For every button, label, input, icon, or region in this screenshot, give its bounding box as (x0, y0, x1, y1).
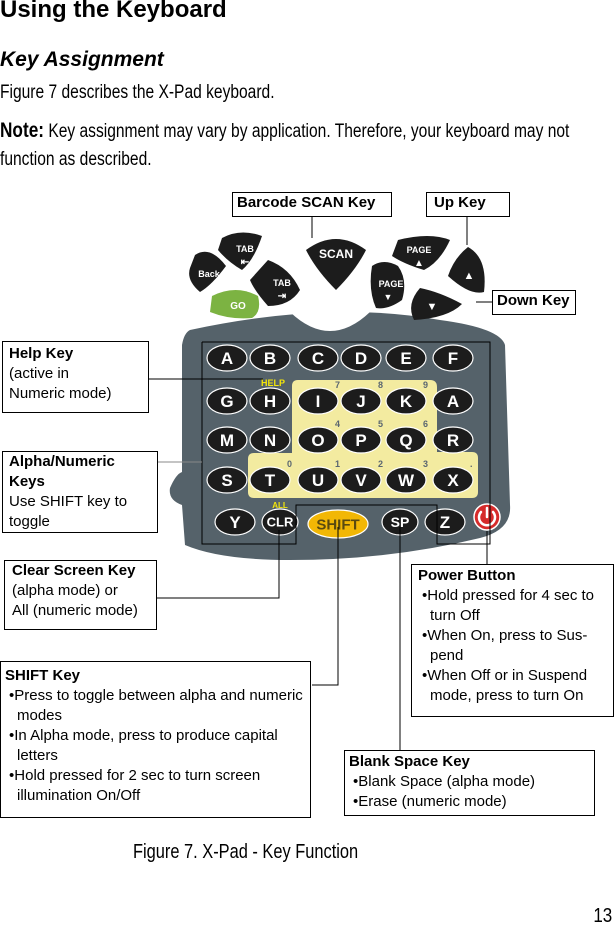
key-h-label: H (264, 392, 276, 411)
clear-callout-line: (alpha mode) or (12, 582, 118, 599)
clear-screen-callout: Clear Screen Key (alpha mode) or All (nu… (4, 560, 157, 630)
clear-callout-title: Clear Screen Key (12, 562, 136, 579)
numeric-hint: 9 (423, 380, 428, 390)
key-n-label: N (264, 431, 276, 450)
key-j-label: J (356, 392, 365, 411)
back-label: Back (198, 269, 221, 279)
figure-caption: Figure 7. X-Pad - Key Function (133, 841, 359, 863)
key-a-label: A (447, 392, 459, 411)
scan-key-callout: Barcode SCAN Key (232, 192, 392, 217)
key-clr-label: CLR (267, 515, 294, 530)
numeric-hint: 0 (287, 459, 292, 469)
key-o-label: O (311, 431, 324, 450)
numeric-hint: 8 (378, 380, 383, 390)
key-a-label: A (221, 349, 233, 368)
shift-key-callout: SHIFT Key Press to toggle between alpha … (0, 661, 311, 818)
key-x-label: X (447, 471, 459, 490)
help-label: HELP (261, 378, 285, 388)
go-label: GO (230, 301, 246, 312)
power-callout-title: Power Button (418, 567, 516, 584)
down-arrow-icon: ▼ (427, 301, 438, 313)
key-q-label: Q (399, 431, 412, 450)
help-callout-title: Help Key (9, 345, 74, 362)
page-up-arrow-icon: ▲ (414, 258, 424, 269)
top-key-cluster: TAB ⇤ Back TAB ⇥ GO SCAN PAGE ▲ PAGE ▼ ▲… (189, 232, 485, 320)
key-y-label: Y (229, 513, 241, 532)
space-callout-title: Blank Space Key (349, 753, 470, 770)
scan-label: SCAN (319, 247, 353, 261)
shift-callout-title: SHIFT Key (5, 667, 81, 684)
space-callout-bullet: Erase (numeric mode) (349, 792, 590, 812)
page-up-label: PAGE (407, 245, 432, 255)
numeric-hint: 6 (423, 419, 428, 429)
numeric-hint: 5 (378, 419, 383, 429)
numeric-hint: 7 (335, 380, 340, 390)
numeric-hint: 2 (378, 459, 383, 469)
help-callout-line: (active in (9, 365, 70, 382)
tab-back-label: TAB (236, 244, 254, 254)
all-label: ALL (272, 501, 288, 510)
numeric-hint: 1 (335, 459, 340, 469)
key-k-label: K (400, 392, 413, 411)
blank-space-callout: Blank Space Key Blank Space (alpha mode)… (344, 750, 595, 816)
page-down-arrow-icon: ▼ (384, 292, 393, 302)
key-t-label: T (265, 471, 276, 490)
shift-callout-bullet: Hold pressed for 2 sec to turn screen il… (5, 766, 306, 806)
tab-fwd-arrow-icon: ⇥ (278, 291, 287, 302)
key-m-label: M (220, 431, 234, 450)
numeric-hint: . (470, 459, 473, 469)
help-key-callout: Help Key (active in Numeric mode) (2, 341, 149, 413)
numeric-hint: 4 (335, 419, 340, 429)
key-v-label: V (355, 471, 367, 490)
key-z-label: Z (440, 513, 450, 532)
shift-callout-bullet: In Alpha mode, press to produce capital … (5, 726, 306, 766)
tab-back-arrow-icon: ⇤ (241, 257, 250, 268)
down-key-callout: Down Key (492, 290, 576, 315)
key-b-label: B (264, 349, 276, 368)
key-f-label: F (448, 349, 458, 368)
space-callout-bullet: Blank Space (alpha mode) (349, 772, 590, 792)
page-down-label: PAGE (379, 279, 404, 289)
power-callout-bullet: Hold pressed for 4 sec to turn Off (418, 586, 609, 626)
power-callout-bullet: When Off or in Suspend mode, press to tu… (418, 666, 609, 706)
power-button-callout: Power Button Hold pressed for 4 sec to t… (411, 564, 614, 717)
page-number: 13 (593, 905, 612, 927)
key-i-label: I (316, 392, 321, 411)
power-callout-bullet: When On, press to Sus-pend (418, 626, 609, 666)
clear-callout-line: All (numeric mode) (12, 602, 138, 619)
key-g-label: G (220, 392, 233, 411)
key-d-label: D (355, 349, 367, 368)
key-w-label: W (398, 471, 415, 490)
tab-fwd-label: TAB (273, 278, 291, 288)
key-u-label: U (312, 471, 324, 490)
key-s-label: S (221, 471, 232, 490)
shift-callout-bullet: Press to toggle between alpha and numeri… (5, 686, 306, 726)
help-callout-line: Numeric mode) (9, 385, 112, 402)
alpha-callout-title: Alpha/Numeric Keys (9, 453, 115, 490)
up-key-callout: Up Key (426, 192, 510, 217)
up-arrow-icon: ▲ (464, 270, 475, 282)
key-r-label: R (447, 431, 459, 450)
alpha-numeric-callout: Alpha/Numeric Keys Use SHIFT key to togg… (2, 451, 158, 533)
key-c-label: C (312, 349, 324, 368)
key-p-label: P (355, 431, 366, 450)
key-e-label: E (400, 349, 411, 368)
alpha-callout-text: Use SHIFT key to toggle (9, 493, 128, 530)
numeric-hint: 3 (423, 459, 428, 469)
